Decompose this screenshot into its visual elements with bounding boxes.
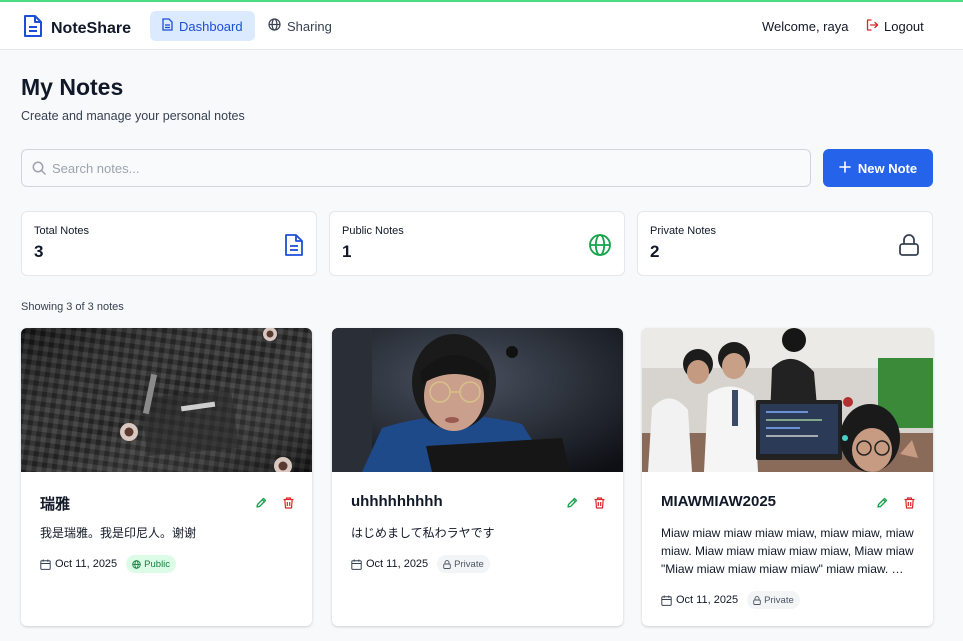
edit-icon[interactable]: [876, 496, 888, 514]
brand[interactable]: NoteShare: [23, 14, 131, 43]
delete-icon[interactable]: [594, 496, 605, 514]
tab-dashboard-label: Dashboard: [179, 18, 243, 34]
new-note-button[interactable]: New Note: [823, 149, 933, 187]
delete-icon[interactable]: [904, 496, 915, 514]
stat-value: 1: [342, 242, 352, 261]
note-image: [332, 328, 623, 472]
logout-label: Logout: [884, 19, 924, 34]
note-meta: Oct 11, 2025 Private: [351, 555, 490, 573]
note-title: 瑞雅: [40, 496, 71, 513]
search-icon: [32, 161, 46, 175]
note-title: uhhhhhhhhh: [351, 493, 443, 510]
visibility-label: Private: [454, 558, 484, 570]
globe-icon: [268, 18, 281, 34]
note-actions: [255, 496, 294, 514]
note-image: [642, 328, 933, 472]
delete-icon[interactable]: [283, 496, 294, 514]
logout-button[interactable]: Logout: [866, 19, 924, 34]
edit-icon[interactable]: [255, 496, 267, 514]
tab-sharing-label: Sharing: [287, 18, 332, 34]
stat-value: 2: [650, 242, 660, 261]
new-note-label: New Note: [857, 160, 918, 176]
document-icon: [162, 18, 173, 34]
welcome-text: Welcome, raya: [762, 19, 849, 34]
navbar: NoteShare Dashboard Sharing Welcome, ray…: [0, 2, 963, 50]
page-title: My Notes: [21, 74, 124, 100]
plus-icon: [839, 160, 851, 176]
page-subtitle: Create and manage your personal notes: [21, 109, 245, 123]
note-actions: [876, 496, 915, 514]
lock-icon: [898, 233, 920, 262]
stat-label: Private Notes: [650, 225, 717, 237]
note-date-text: Oct 11, 2025: [55, 558, 118, 570]
note-image: [21, 328, 312, 472]
visibility-badge: Private: [747, 591, 800, 609]
note-card[interactable]: uhhhhhhhhh はじめまして私わラヤです Oct 11, 2025 Pri…: [332, 328, 623, 626]
visibility-label: Private: [764, 594, 794, 606]
note-meta: Oct 11, 2025 Private: [661, 591, 800, 609]
note-body: Miaw miaw miaw miaw miaw, miaw miaw, mia…: [661, 526, 914, 576]
lock-icon: [443, 559, 451, 569]
note-body: はじめまして私わラヤです: [351, 526, 495, 540]
app-name: NoteShare: [51, 19, 132, 37]
stat-value: 3: [34, 242, 44, 261]
logout-icon: [866, 19, 879, 34]
note-date: Oct 11, 2025: [351, 558, 428, 570]
stat-public-notes: Public Notes 1: [329, 211, 625, 276]
note-date-text: Oct 11, 2025: [676, 594, 739, 606]
tab-dashboard[interactable]: Dashboard: [150, 11, 255, 41]
lock-icon: [753, 595, 761, 605]
note-date: Oct 11, 2025: [40, 558, 117, 570]
globe-icon: [588, 233, 612, 262]
note-card[interactable]: 瑞雅 我是瑞雅。我是印尼人。谢谢 Oct 11, 2025 Public: [21, 328, 312, 626]
document-icon: [284, 233, 304, 262]
note-date-text: Oct 11, 2025: [366, 558, 429, 570]
note-body: 我是瑞雅。我是印尼人。谢谢: [40, 526, 197, 540]
visibility-badge: Public: [126, 555, 177, 573]
note-card[interactable]: MIAWMIAW2025 Miaw miaw miaw miaw miaw, m…: [642, 328, 933, 626]
tab-sharing[interactable]: Sharing: [256, 11, 344, 41]
note-title: MIAWMIAW2025: [661, 493, 777, 510]
visibility-label: Public: [144, 558, 171, 570]
edit-icon[interactable]: [566, 496, 578, 514]
visibility-badge: Private: [437, 555, 490, 573]
globe-icon: [132, 559, 141, 569]
stat-total-notes: Total Notes 3: [21, 211, 317, 276]
note-meta: Oct 11, 2025 Public: [40, 555, 177, 573]
stat-label: Public Notes: [342, 225, 404, 237]
note-actions: [566, 496, 605, 514]
note-date: Oct 11, 2025: [661, 594, 738, 606]
notes-count-text: Showing 3 of 3 notes: [21, 301, 124, 313]
search-box[interactable]: [21, 149, 811, 187]
stat-label: Total Notes: [34, 225, 90, 237]
search-input[interactable]: [52, 150, 802, 186]
stat-private-notes: Private Notes 2: [637, 211, 933, 276]
document-icon: [23, 14, 43, 43]
